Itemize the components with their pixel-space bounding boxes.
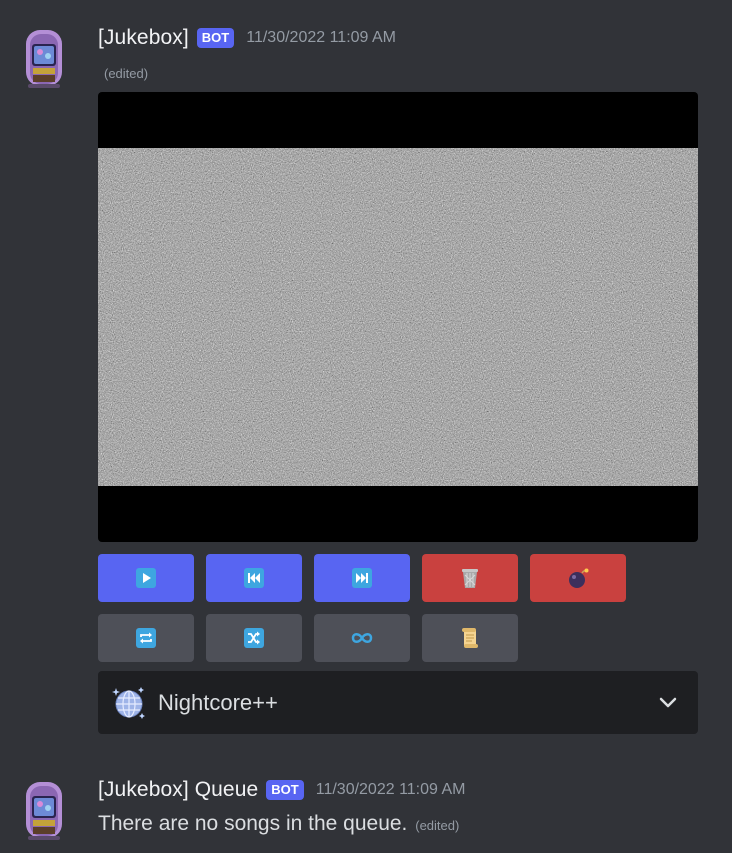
jukebox-queue-avatar[interactable] xyxy=(18,780,70,842)
jukebox-avatar[interactable] xyxy=(18,28,70,90)
message-text: There are no songs in the queue. (edited… xyxy=(98,812,459,836)
stop-button[interactable] xyxy=(530,554,626,602)
play-button[interactable] xyxy=(98,554,194,602)
filter-select[interactable]: Nightcore++ xyxy=(98,671,698,734)
next-track-button[interactable] xyxy=(314,554,410,602)
bomb-icon xyxy=(569,568,589,588)
static-noise-image[interactable] xyxy=(98,92,698,542)
jukebox-icon xyxy=(26,782,62,840)
repeat-button[interactable] xyxy=(98,614,194,662)
lyrics-button[interactable] xyxy=(422,614,518,662)
repeat-icon xyxy=(136,628,156,648)
username[interactable]: [Jukebox] xyxy=(98,26,189,50)
scroll-icon xyxy=(462,628,478,648)
message-header: [Jukebox] BOT 11/30/2022 11:09 AM xyxy=(98,26,396,50)
shuffle-button[interactable] xyxy=(206,614,302,662)
bot-tag: BOT xyxy=(266,780,304,800)
shuffle-icon xyxy=(244,628,264,648)
clear-queue-button[interactable] xyxy=(422,554,518,602)
select-value: Nightcore++ xyxy=(158,689,278,715)
jukebox-icon xyxy=(26,30,62,88)
username[interactable]: [Jukebox] Queue xyxy=(98,778,258,802)
chevron-down-icon[interactable] xyxy=(658,693,678,711)
player-controls-row-1 xyxy=(98,554,638,602)
player-controls-row-2 xyxy=(98,614,530,662)
wastebasket-icon xyxy=(462,569,478,588)
edited-label: (edited) xyxy=(104,66,149,81)
timestamp[interactable]: 11/30/2022 11:09 AM xyxy=(246,29,396,47)
infinity-icon xyxy=(351,633,373,643)
play-icon xyxy=(136,568,156,588)
timestamp[interactable]: 11/30/2022 11:09 AM xyxy=(316,781,466,799)
next-track-icon xyxy=(352,568,372,588)
noise-graphic xyxy=(98,148,698,486)
globe-icon xyxy=(112,686,145,719)
autoplay-button[interactable] xyxy=(314,614,410,662)
message-content: There are no songs in the queue. xyxy=(98,812,408,835)
message-header: [Jukebox] Queue BOT 11/30/2022 11:09 AM xyxy=(98,778,465,802)
edited-label: (edited) xyxy=(415,818,460,833)
previous-track-button[interactable] xyxy=(206,554,302,602)
bot-tag: BOT xyxy=(196,28,235,48)
previous-track-icon xyxy=(244,568,264,588)
